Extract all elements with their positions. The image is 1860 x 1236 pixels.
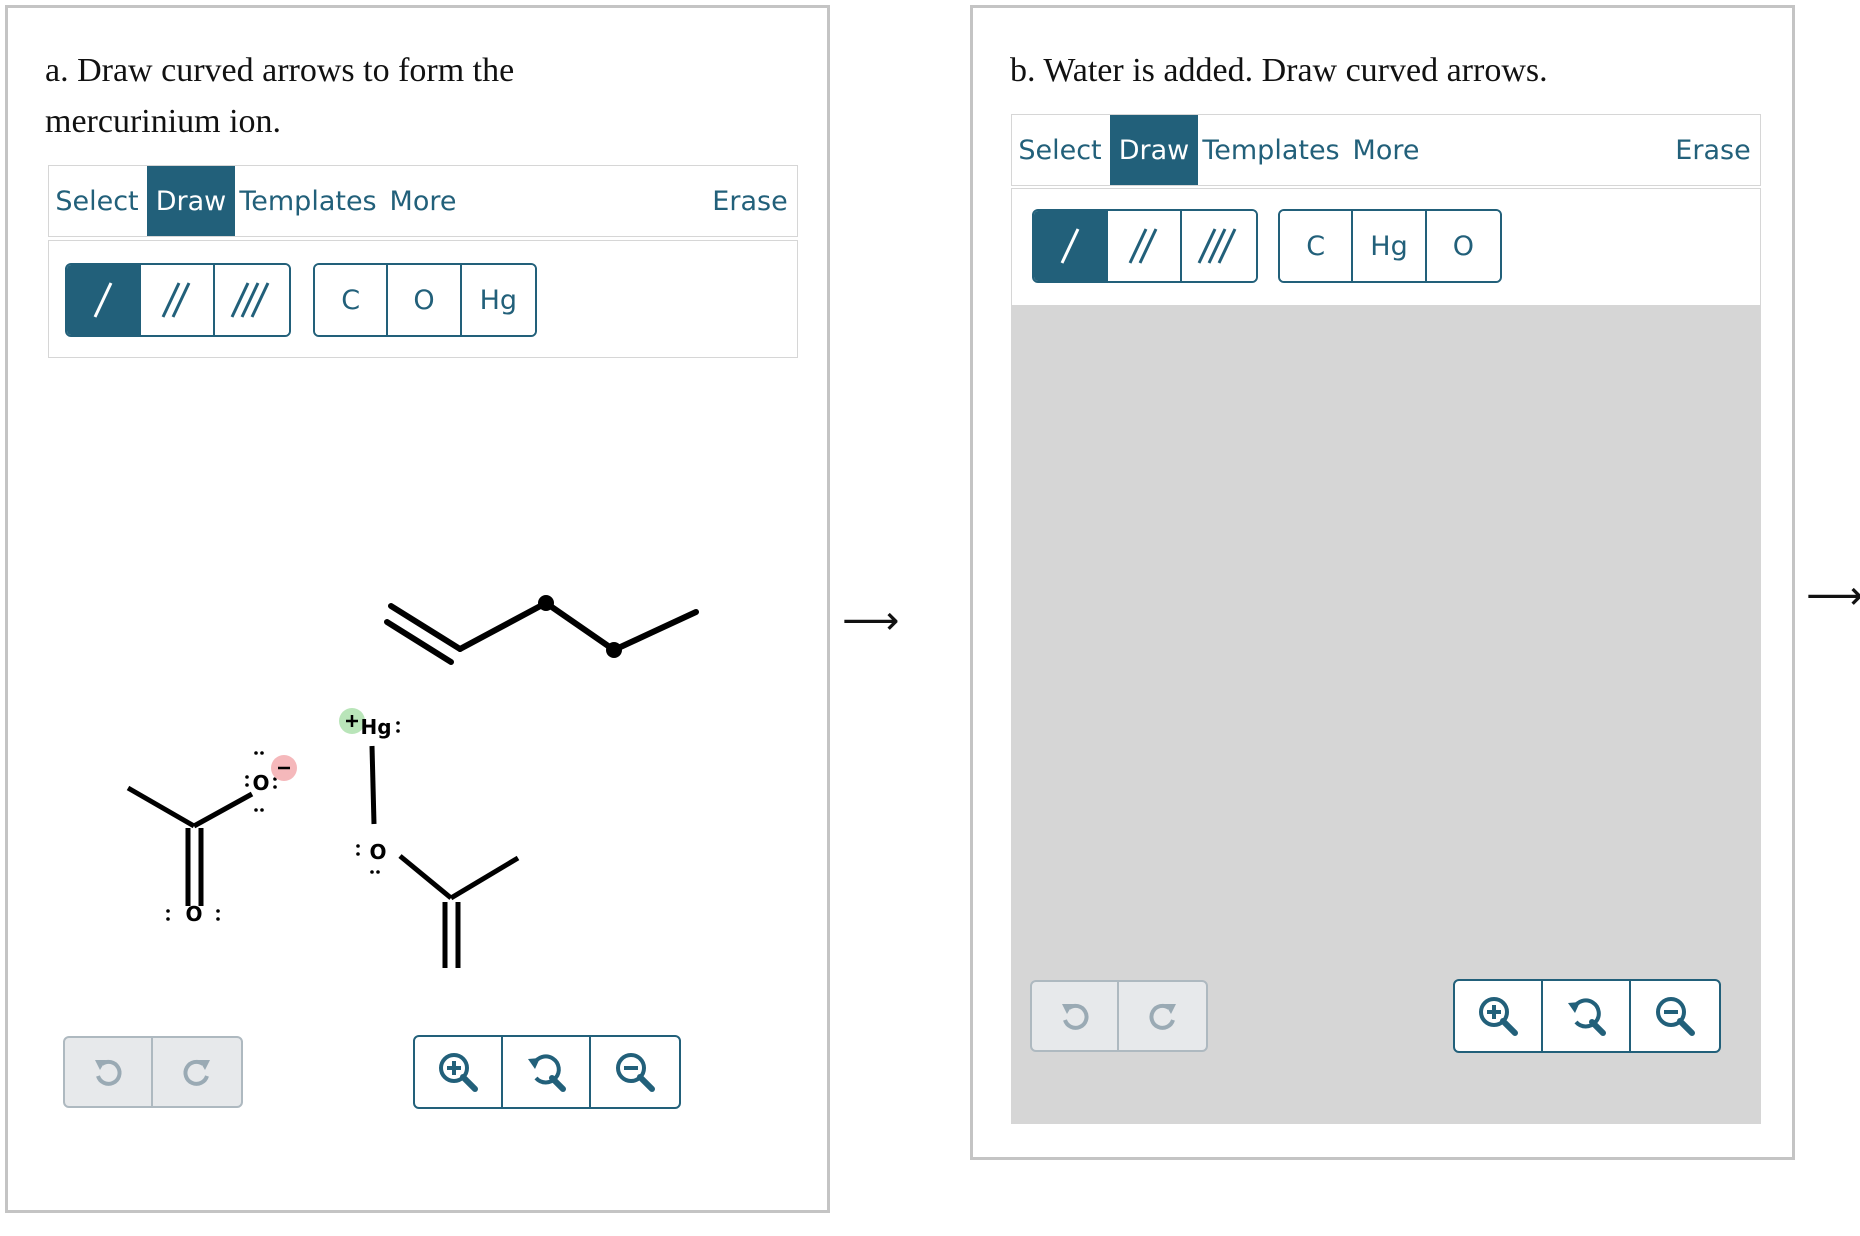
- step-arrow-2: ⟶: [1806, 573, 1860, 619]
- mercuric-acetate: [369, 745, 520, 978]
- zoom-out-button[interactable]: [591, 1037, 679, 1107]
- panel-b: b. Water is added. Draw curved arrows. S…: [970, 5, 1795, 1160]
- zoom-out-icon: [616, 1053, 655, 1092]
- zoom-reset-button[interactable]: [1543, 981, 1631, 1051]
- acetate-ion: [126, 785, 254, 906]
- single-bond-icon: [93, 282, 113, 318]
- zoom-in-button[interactable]: [1455, 981, 1543, 1051]
- zoom-in-icon: [439, 1053, 478, 1092]
- triple-bond-button[interactable]: [1182, 211, 1256, 281]
- toolrow-a: C O Hg: [48, 240, 798, 358]
- tab-templates[interactable]: Templates: [239, 166, 377, 236]
- atom-button-hg[interactable]: Hg: [1353, 211, 1427, 281]
- single-bond-button[interactable]: [67, 265, 141, 335]
- single-bond-icon: [1060, 228, 1080, 264]
- alkene-molecule: [384, 600, 699, 665]
- undo-icon: [1061, 1003, 1089, 1030]
- tabbar-a: Select Draw Templates More Erase: [48, 165, 798, 237]
- redo-icon: [183, 1059, 210, 1086]
- triple-bond-icon: [230, 282, 270, 318]
- tab-draw[interactable]: Draw: [147, 166, 235, 236]
- toolrow-b: C Hg O: [1011, 188, 1761, 306]
- zoom-out-icon: [1656, 997, 1695, 1036]
- zoom-reset-button[interactable]: [503, 1037, 591, 1107]
- redo-button[interactable]: [1119, 982, 1206, 1050]
- zoom-in-button[interactable]: [415, 1037, 503, 1107]
- zoom-out-button[interactable]: [1631, 981, 1719, 1051]
- atom-button-o[interactable]: O: [1426, 211, 1500, 281]
- double-bond-icon: [161, 282, 191, 318]
- o-ester-label: O: [369, 840, 386, 864]
- redo-icon: [1148, 1003, 1176, 1030]
- zoom-group-b: [1453, 979, 1721, 1053]
- zoom-in-icon: [1479, 997, 1518, 1036]
- o-anion-label: O: [252, 771, 269, 795]
- tab-more[interactable]: More: [383, 166, 463, 236]
- atom-button-c[interactable]: C: [315, 265, 389, 335]
- bond-buttons: [1032, 209, 1258, 283]
- erase-button[interactable]: Erase: [709, 166, 791, 236]
- hg-label: Hg: [360, 715, 391, 739]
- tab-more[interactable]: More: [1346, 115, 1426, 185]
- panel-a: a. Draw curved arrows to form the mercur…: [5, 5, 830, 1213]
- redo-button[interactable]: [153, 1038, 241, 1106]
- zoom-reset-icon: [528, 1054, 566, 1092]
- tab-draw[interactable]: Draw: [1110, 115, 1198, 185]
- tab-select[interactable]: Select: [49, 166, 145, 236]
- double-bond-button[interactable]: [141, 265, 215, 335]
- triple-bond-icon: [1197, 228, 1237, 264]
- undo-redo-group-a: [63, 1036, 243, 1108]
- bond-buttons: [65, 263, 291, 337]
- atom-button-hg[interactable]: Hg: [461, 265, 535, 335]
- tab-templates[interactable]: Templates: [1202, 115, 1340, 185]
- tabbar-b: Select Draw Templates More Erase: [1011, 114, 1761, 186]
- undo-icon: [95, 1059, 122, 1086]
- undo-redo-group-b: [1030, 980, 1208, 1052]
- erase-button[interactable]: Erase: [1672, 115, 1754, 185]
- zoom-group-a: [413, 1035, 681, 1109]
- single-bond-button[interactable]: [1034, 211, 1108, 281]
- step-arrow-1: ⟶: [842, 598, 900, 644]
- molecule-drawing: O O Hg O: [126, 595, 699, 978]
- atom-button-o[interactable]: O: [388, 265, 462, 335]
- o-carbonyl-left-label: O: [185, 902, 202, 926]
- double-bond-icon: [1128, 228, 1158, 264]
- atom-buttons: C Hg O: [1278, 209, 1502, 283]
- triple-bond-button[interactable]: [215, 265, 289, 335]
- question-a: a. Draw curved arrows to form the mercur…: [45, 52, 515, 140]
- drawing-canvas-a[interactable]: O O Hg O: [48, 368, 798, 978]
- atom-button-c[interactable]: C: [1280, 211, 1354, 281]
- atom-buttons: C O Hg: [313, 263, 537, 337]
- tab-select[interactable]: Select: [1012, 115, 1108, 185]
- double-bond-button[interactable]: [1108, 211, 1182, 281]
- undo-button[interactable]: [1032, 982, 1120, 1050]
- question-b: b. Water is added. Draw curved arrows.: [1010, 52, 1548, 89]
- zoom-reset-icon: [1568, 998, 1606, 1036]
- undo-button[interactable]: [65, 1038, 153, 1106]
